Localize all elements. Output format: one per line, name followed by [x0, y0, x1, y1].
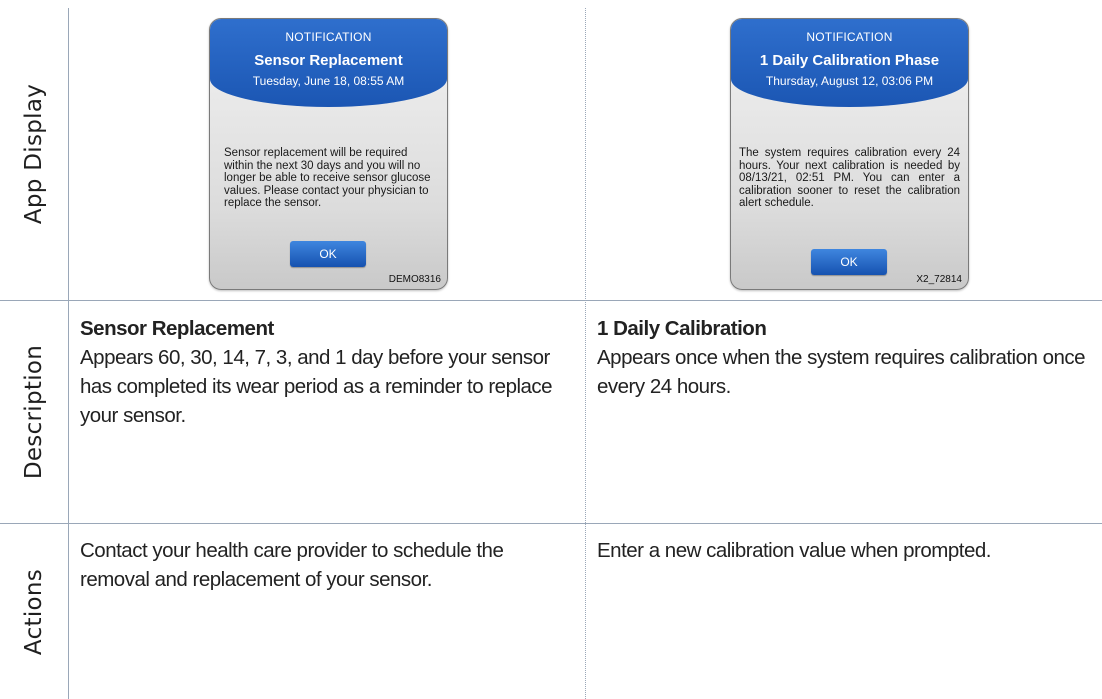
notification-screen-daily-calibration: NOTIFICATION 1 Daily Calibration Phase T… — [730, 18, 969, 290]
notification-header: NOTIFICATION 1 Daily Calibration Phase T… — [731, 19, 968, 107]
notification-date: Thursday, August 12, 03:06 PM — [765, 74, 934, 88]
description-title: 1 Daily Calibration — [597, 317, 767, 340]
ok-button[interactable]: OK — [290, 241, 366, 267]
column-divider — [585, 8, 586, 699]
row-divider-2 — [0, 523, 1102, 524]
row-label-app-display: App Display — [0, 8, 68, 300]
notification-header: NOTIFICATION Sensor Replacement Tuesday,… — [210, 19, 447, 107]
row-label-description-text: Description — [21, 344, 48, 480]
screen-code: DEMO8316 — [388, 274, 441, 285]
notification-date: Tuesday, June 18, 08:55 AM — [252, 74, 405, 88]
row-label-actions: Actions — [0, 524, 68, 699]
description-cell-daily-calibration: 1 Daily Calibration Appears once when th… — [597, 314, 1087, 401]
row-divider-1 — [0, 300, 1102, 301]
description-text: Appears 60, 30, 14, 7, 3, and 1 day befo… — [80, 346, 553, 427]
row-label-app-display-text: App Display — [21, 83, 48, 225]
notification-message: The system requires calibration every 24… — [739, 147, 960, 209]
notification-kicker: NOTIFICATION — [285, 30, 372, 44]
notification-title: 1 Daily Calibration Phase — [759, 52, 940, 69]
row-label-actions-text: Actions — [21, 568, 47, 655]
notification-kicker: NOTIFICATION — [806, 30, 893, 44]
ok-button[interactable]: OK — [811, 249, 887, 275]
action-cell-sensor-replacement: Contact your health care provider to sch… — [80, 539, 504, 591]
screen-code: X2_72814 — [916, 274, 962, 285]
description-title: Sensor Replacement — [80, 317, 274, 340]
description-text: Appears once when the system requires ca… — [597, 346, 1086, 398]
notification-message: Sensor replacement will be required with… — [224, 147, 431, 209]
description-cell-sensor-replacement: Sensor Replacement Appears 60, 30, 14, 7… — [80, 314, 570, 430]
action-cell-daily-calibration: Enter a new calibration value when promp… — [597, 539, 991, 562]
row-label-description: Description — [0, 301, 68, 523]
notification-title: Sensor Replacement — [254, 52, 403, 69]
notification-screen-sensor-replacement: NOTIFICATION Sensor Replacement Tuesday,… — [209, 18, 448, 290]
label-column-divider — [68, 8, 69, 699]
